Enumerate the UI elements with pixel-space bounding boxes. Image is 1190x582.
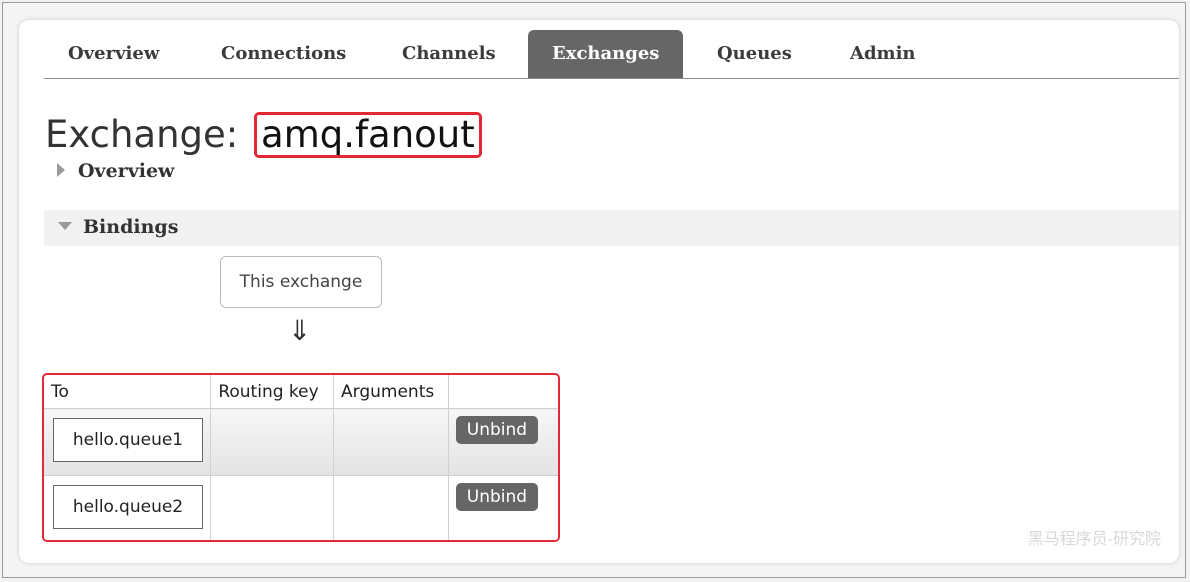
queue-link[interactable]: hello.queue2 bbox=[53, 485, 203, 529]
nav-tabs: Overview Connections Channels Exchanges … bbox=[44, 30, 1179, 79]
tab-queues[interactable]: Queues bbox=[717, 30, 792, 78]
title-prefix: Exchange: bbox=[45, 113, 239, 156]
cell-routing-key bbox=[210, 408, 335, 476]
cell-arguments bbox=[333, 408, 449, 476]
this-exchange-box: This exchange bbox=[220, 256, 382, 308]
bindings-section-header: Bindings bbox=[44, 210, 1179, 246]
exchange-name: amq.fanout bbox=[254, 111, 482, 158]
unbind-button[interactable]: Unbind bbox=[455, 483, 539, 511]
column-header-actions bbox=[448, 375, 558, 409]
cell-routing-key bbox=[210, 475, 335, 540]
tab-overview[interactable]: Overview bbox=[68, 30, 159, 78]
down-arrow-icon: ⇓ bbox=[288, 314, 312, 347]
cell-actions: Unbind bbox=[448, 408, 558, 476]
cell-to: hello.queue2 bbox=[44, 475, 212, 540]
bindings-table-highlight: To Routing key Arguments hello.queue1 Un… bbox=[42, 373, 560, 542]
column-header-to: To bbox=[44, 375, 212, 409]
unbind-button[interactable]: Unbind bbox=[455, 416, 539, 444]
overview-section-toggle[interactable]: Overview bbox=[57, 160, 174, 182]
table-row: hello.queue2 Unbind bbox=[44, 475, 558, 540]
cell-to: hello.queue1 bbox=[44, 408, 212, 476]
bindings-section-toggle[interactable]: Bindings bbox=[58, 216, 178, 238]
queue-link[interactable]: hello.queue1 bbox=[53, 418, 203, 462]
caret-down-icon bbox=[58, 222, 72, 230]
table-row: hello.queue1 Unbind bbox=[44, 408, 558, 476]
bindings-table: To Routing key Arguments hello.queue1 Un… bbox=[44, 375, 558, 540]
column-header-routing-key: Routing key bbox=[210, 375, 335, 409]
main-panel: Overview Connections Channels Exchanges … bbox=[19, 20, 1179, 563]
overview-section-label: Overview bbox=[78, 160, 175, 182]
tab-admin[interactable]: Admin bbox=[850, 30, 916, 78]
page-title: Exchange: amq.fanout bbox=[45, 111, 482, 158]
column-header-arguments: Arguments bbox=[333, 375, 449, 409]
caret-right-icon bbox=[57, 163, 65, 177]
tab-connections[interactable]: Connections bbox=[221, 30, 346, 78]
bindings-section-label: Bindings bbox=[83, 216, 179, 238]
tab-channels[interactable]: Channels bbox=[402, 30, 496, 78]
tab-exchanges[interactable]: Exchanges bbox=[528, 30, 684, 78]
cell-arguments bbox=[333, 475, 449, 540]
cell-actions: Unbind bbox=[448, 475, 558, 540]
watermark: 黑马程序员-研究院 bbox=[1027, 529, 1161, 548]
